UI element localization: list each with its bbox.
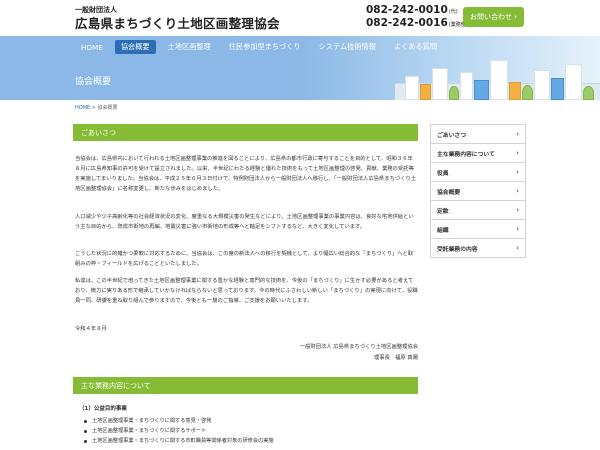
tree-shape xyxy=(449,86,459,100)
nav-about[interactable]: 協会概要 xyxy=(114,40,156,54)
building-shape xyxy=(534,70,550,100)
sidebar-item-label: 定款 xyxy=(437,208,449,215)
building-shape xyxy=(474,80,489,100)
bullet-icon xyxy=(84,429,87,433)
nav-community-planning[interactable]: 住民参加型まちづくり xyxy=(223,40,307,54)
nav-system-tech[interactable]: システム技術情報 xyxy=(313,40,382,54)
building-shape xyxy=(509,82,521,100)
greeting-paragraph: 当協会は、広島県内において行われる土地区画整理事業の推進を図ることにより、広島県… xyxy=(75,156,417,192)
bullet-icon xyxy=(84,419,87,423)
greeting-paragraph: 人口減少や少子高齢化等の社会経済状況の変化、度重なる大規模災害の発生などにより、… xyxy=(75,214,414,230)
greeting-section: ごあいさつ xyxy=(73,124,418,141)
sidebar-item-label: ごあいさつ xyxy=(437,132,466,139)
contact-button[interactable]: お問い合わせ › xyxy=(463,7,524,27)
section-heading-greeting: ごあいさつ xyxy=(73,124,418,141)
page-title: 協会概要 xyxy=(75,77,112,87)
sidebar-item-contracted-work[interactable]: 受託業務の内容 › xyxy=(430,239,526,258)
breadcrumb-home-link[interactable]: HOME xyxy=(75,105,90,111)
nav-land-readjustment[interactable]: 土地区画整理 xyxy=(162,40,217,54)
chevron-right-icon: › xyxy=(516,206,519,214)
nav-faq[interactable]: よくある質問 xyxy=(388,40,443,54)
tree-shape xyxy=(583,86,594,100)
sidebar-item-articles[interactable]: 定款 › xyxy=(430,201,526,220)
breadcrumb-separator: > xyxy=(90,105,98,111)
building-shape xyxy=(565,64,582,100)
breadcrumb: HOME > 協会概要 xyxy=(75,104,118,111)
business-list-title: （1）公益目的事業 xyxy=(79,406,127,412)
bullet-icon xyxy=(84,439,87,443)
building-shape xyxy=(405,76,419,100)
phone-main-tag: (代) xyxy=(448,9,458,15)
sidebar-item-label: 役員 xyxy=(437,170,449,177)
section-heading-business: 主な業務内容について xyxy=(73,377,418,394)
tree-shape xyxy=(522,85,533,100)
sidebar-item-label: 協会概要 xyxy=(437,189,461,196)
sidebar-item-label: 受託業務の内容 xyxy=(437,246,478,253)
phone-business-number: 082-242-0016 xyxy=(366,17,448,29)
site-logo-title[interactable]: 広島県まちづくり土地区画整理協会 xyxy=(75,13,280,32)
greeting-paragraph: こうした状況に的確かつ柔軟に対応するために、当協会は、この度の新法人への移行を契… xyxy=(75,251,414,267)
sidebar-item-officers[interactable]: 役員 › xyxy=(430,163,526,182)
list-item: 土地区画整理事業・まちづくりに関するサポート xyxy=(84,426,414,436)
site-header: 一般財団法人 広島県まちづくり土地区画整理協会 082-242-0010(代) … xyxy=(0,0,600,36)
greeting-date: 令和４年８月 xyxy=(75,326,107,332)
building-shape xyxy=(551,78,564,100)
chevron-right-icon: › xyxy=(516,187,519,195)
phone-main-number: 082-242-0010 xyxy=(366,4,448,16)
phone-business: 082-242-0016(業務部) xyxy=(366,18,476,31)
chevron-right-icon: › xyxy=(516,244,519,252)
list-item: 土地区画整理事業・まちづくりに関する意見・啓発 xyxy=(84,416,414,426)
sidebar-item-overview[interactable]: 協会概要 › xyxy=(430,182,526,201)
chevron-right-icon: › xyxy=(516,130,519,138)
chevron-right-icon: › xyxy=(516,168,519,176)
list-item-text: 土地区画整理事業・まちづくりに関する市町職員等関係者対象の研修会の実施 xyxy=(92,438,274,444)
main-nav: HOME 協会概要 土地区画整理 住民参加型まちづくり システム技術情報 よくあ… xyxy=(75,38,525,56)
chevron-right-icon: › xyxy=(516,225,519,233)
nav-home[interactable]: HOME xyxy=(75,40,109,54)
list-item-text: 土地区画整理事業・まちづくりに関するサポート xyxy=(92,428,207,434)
building-shape xyxy=(420,84,431,100)
building-shape xyxy=(490,60,508,100)
sidebar-item-label: 組織 xyxy=(437,227,449,234)
list-item: 土地区画整理事業・まちづくりに関する市町職員等関係者対象の研修会の実施 xyxy=(84,436,414,446)
list-item-text: 土地区画整理事業・まちづくりに関する意見・啓発 xyxy=(92,418,212,424)
signature-chairman: 理事長 福原 真爾 xyxy=(373,355,418,361)
business-section: 主な業務内容について xyxy=(73,377,418,394)
sidebar-item-business[interactable]: 主な業務内容について › xyxy=(430,144,526,163)
business-list: 土地区画整理事業・まちづくりに関する意見・啓発 土地区画整理事業・まちづくりに関… xyxy=(84,416,414,446)
greeting-paragraph: 私達は、この半世紀で培ってきた土地区画整理事業に関する豊かな経験と専門的な技術を… xyxy=(75,278,418,304)
sidebar-item-label: 主な業務内容について xyxy=(437,151,495,158)
building-shape xyxy=(460,72,473,100)
breadcrumb-current: 協会概要 xyxy=(97,105,118,111)
phone-block: 082-242-0010(代) 082-242-0016(業務部) xyxy=(366,5,476,31)
sidebar-menu: ごあいさつ › 主な業務内容について › 役員 › 協会概要 › 定款 › 組織 › 受託業… xyxy=(430,124,526,258)
sidebar-item-organization[interactable]: 組織 › xyxy=(430,220,526,239)
building-shape xyxy=(432,68,448,100)
sidebar-item-greeting[interactable]: ごあいさつ › xyxy=(430,125,526,144)
chevron-right-icon: › xyxy=(516,149,519,157)
signature-organization: 一般財団法人 広島県まちづくり土地区画整理協会 xyxy=(299,344,418,350)
